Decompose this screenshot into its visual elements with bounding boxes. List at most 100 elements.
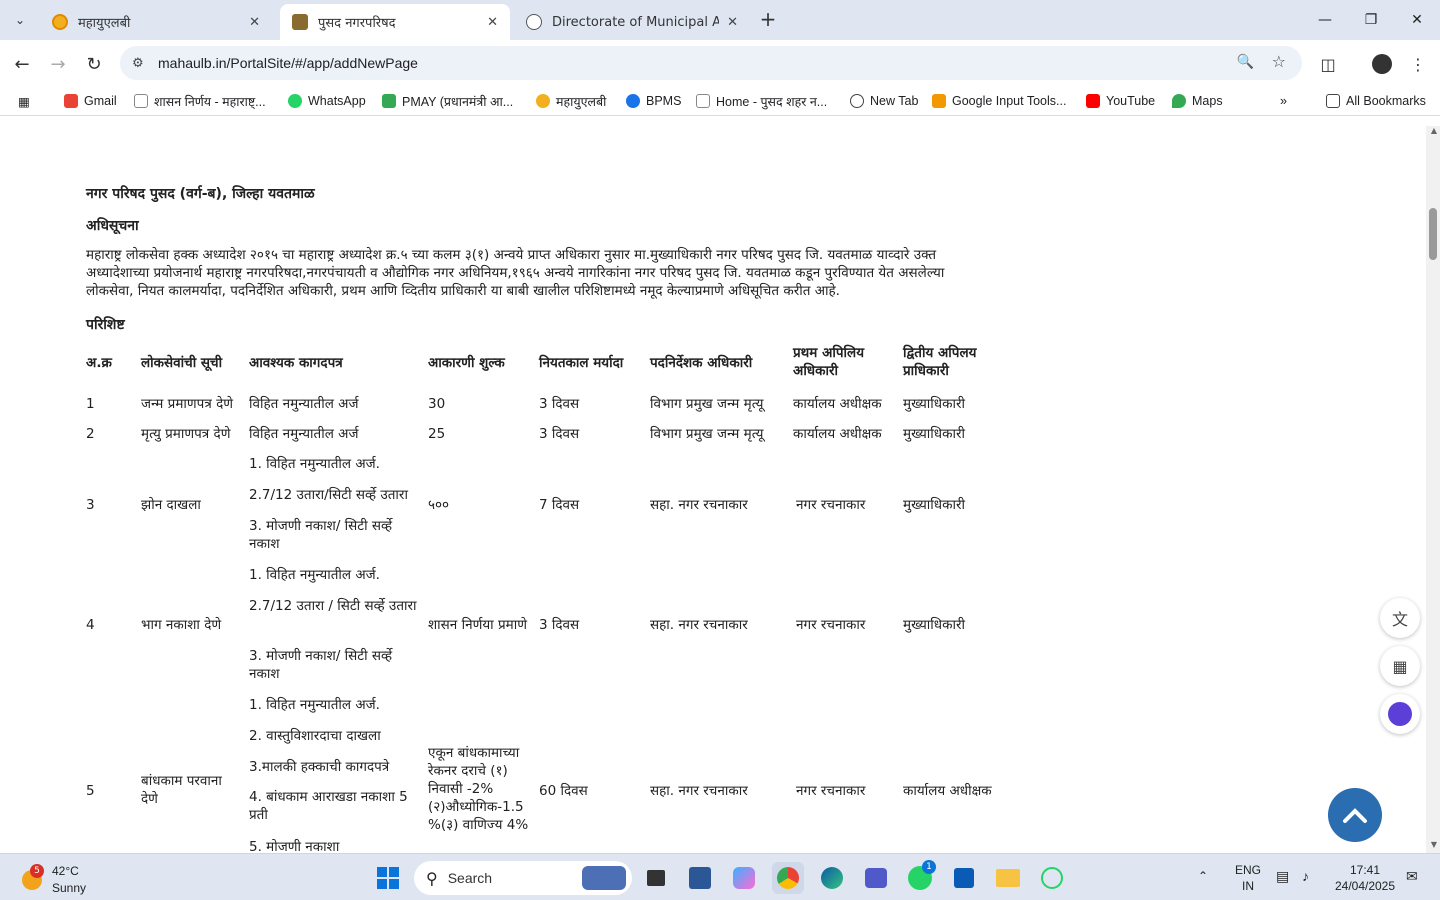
bookmark-home-pusad[interactable]: Home - पुसद शहर न...: [696, 92, 827, 110]
word-icon[interactable]: [684, 862, 716, 894]
weather-temp: 42°C: [52, 864, 79, 878]
cell-officer: सहा. नगर रचनाकार: [650, 783, 748, 799]
bookmark-google-input-tools[interactable]: Google Input Tools...: [932, 92, 1066, 110]
show-hidden-icons-chevron-icon[interactable]: ⌃: [1198, 868, 1208, 884]
bookmark-whatsapp[interactable]: WhatsApp: [288, 92, 366, 110]
back-arrow-icon[interactable]: ←: [8, 50, 36, 78]
cell-document: 2. वास्तुविशारदाचा दाखला: [249, 728, 381, 744]
network-icon[interactable]: ▤: [1276, 868, 1289, 884]
windows-taskbar: 5 42°C Sunny ⚲ Search 1 ⌃ ENG IN ▤ ♪ 17:…: [0, 853, 1440, 900]
cell-fee: 30: [428, 396, 446, 412]
bookmark-gmail[interactable]: Gmail: [64, 92, 117, 110]
bookmark-mahaulb[interactable]: महायुएलबी: [536, 92, 606, 110]
mahaulb-favicon-icon: [52, 14, 68, 30]
close-tab-icon[interactable]: ✕: [487, 15, 498, 30]
forward-arrow-icon[interactable]: →: [44, 50, 72, 78]
youtube-icon: [1086, 94, 1100, 108]
task-view-icon[interactable]: [640, 862, 672, 894]
header-designated-officer: पदनिर्देशक अधिकारी: [650, 355, 753, 371]
edge-icon[interactable]: [816, 862, 848, 894]
cell-fee: शासन निर्णया प्रमाणे: [428, 617, 527, 633]
reload-icon[interactable]: ↻: [80, 50, 108, 78]
scroll-down-arrow-icon[interactable]: ▼: [1431, 840, 1437, 849]
appendix-heading: परिशिष्ट: [86, 317, 125, 333]
translate-icon[interactable]: 文: [1380, 598, 1420, 638]
region-code: IN: [1242, 879, 1254, 893]
language-indicator[interactable]: ENG IN: [1230, 862, 1266, 894]
apps-grid-icon[interactable]: ▦: [18, 92, 30, 110]
close-tab-icon[interactable]: ✕: [249, 15, 260, 30]
cell-document: 3. मोजणी नकाश/ सिटी सर्व्हे नकाश: [249, 648, 393, 682]
file-explorer-icon[interactable]: [992, 862, 1024, 894]
clock-date: 24/04/2025: [1334, 879, 1396, 893]
cell-service: भाग नकाशा देणे: [141, 617, 222, 633]
profile-avatar[interactable]: [1370, 52, 1394, 76]
tab-pusad-nagarparishad[interactable]: पुसद नगरपरिषद ✕: [280, 4, 510, 40]
cell-fee: 25: [428, 426, 446, 442]
close-window-icon[interactable]: ✕: [1402, 6, 1432, 34]
weather-widget[interactable]: 5 42°C Sunny: [18, 860, 158, 896]
browser-toolbar: ← → ↻ ⚙ mahaulb.in/PortalSite/#/app/addN…: [0, 40, 1440, 86]
mahaulb-icon: [536, 94, 550, 108]
tab-directorate[interactable]: Directorate of Municipal Administ… ✕: [514, 4, 750, 40]
cell-second-appellate: मुख्याधिकारी: [903, 396, 965, 412]
taskbar-search[interactable]: ⚲ Search: [414, 861, 632, 895]
cell-service: जन्म प्रमाणपत्र देणे: [141, 396, 234, 412]
scrollbar-thumb[interactable]: [1429, 208, 1437, 260]
tab-title: Directorate of Municipal Administ…: [552, 14, 720, 30]
apps-widget-icon[interactable]: ▦: [1380, 646, 1420, 686]
new-tab-plus-icon[interactable]: +: [756, 8, 780, 32]
assistant-bot-icon[interactable]: [1380, 694, 1420, 734]
cell-second-appellate: मुख्याधिकारी: [903, 617, 965, 633]
extensions-puzzle-icon[interactable]: ◫: [1316, 52, 1340, 76]
bookmark-star-icon[interactable]: ☆: [1272, 52, 1286, 71]
url-text[interactable]: mahaulb.in/PortalSite/#/app/addNewPage: [158, 55, 418, 71]
close-tab-icon[interactable]: ✕: [727, 15, 738, 30]
tab-strip: ⌄ महायुएलबी ✕ पुसद नगरपरिषद ✕ Directorat…: [0, 0, 1440, 40]
bookmark-pmay[interactable]: PMAY (प्रधानमंत्री आ...: [382, 92, 513, 110]
document-icon: [134, 94, 148, 108]
whatsapp-taskbar-icon[interactable]: 1: [904, 860, 936, 894]
page-viewport: नगर परिषद पुसद (वर्ग-ब), जिल्हा यवतमाळ अ…: [0, 116, 1440, 853]
store-icon[interactable]: [948, 862, 980, 894]
clock[interactable]: 17:41 24/04/2025: [1330, 862, 1400, 894]
tab-search-chevron-icon[interactable]: ⌄: [8, 8, 32, 32]
bookmark-maps[interactable]: Maps: [1172, 92, 1223, 110]
cell-document: विहित नमुन्यातील अर्ज: [249, 426, 359, 442]
bookmark-bpms[interactable]: BPMS: [626, 92, 681, 110]
teams-icon[interactable]: [860, 862, 892, 894]
scroll-up-arrow-icon[interactable]: ▲: [1431, 126, 1437, 135]
more-bookmarks-chevron-icon[interactable]: »: [1280, 92, 1287, 110]
cell-officer: सहा. नगर रचनाकार: [650, 497, 748, 513]
site-settings-icon[interactable]: ⚙: [132, 56, 148, 71]
tab-mahaulb[interactable]: महायुएलबी ✕: [40, 4, 272, 40]
copilot-icon[interactable]: [728, 862, 760, 894]
whatsapp-business-icon[interactable]: [1036, 862, 1068, 894]
bookmark-new-tab[interactable]: New Tab: [850, 92, 918, 110]
bookmark-youtube[interactable]: YouTube: [1086, 92, 1155, 110]
kebab-menu-icon[interactable]: ⋮: [1406, 52, 1430, 76]
minimize-icon[interactable]: —: [1310, 6, 1340, 34]
search-icon: ⚲: [426, 868, 438, 888]
chrome-icon[interactable]: [772, 862, 804, 894]
notice-heading: अधिसूचना: [86, 218, 139, 234]
tab-title: महायुएलबी: [78, 16, 131, 31]
restore-icon[interactable]: ❐: [1356, 6, 1386, 34]
whatsapp-icon: [288, 94, 302, 108]
scroll-to-top-button[interactable]: [1328, 788, 1382, 842]
cell-serial: 5: [86, 783, 95, 799]
cell-document: 1. विहित नमुन्यातील अर्ज.: [249, 567, 380, 583]
clock-time: 17:41: [1349, 863, 1381, 877]
volume-muted-icon[interactable]: ♪: [1302, 868, 1309, 884]
windows-start-icon[interactable]: [372, 862, 404, 894]
input-tools-icon: [932, 94, 946, 108]
notification-bell-icon[interactable]: ✉: [1406, 868, 1418, 884]
cell-service: झोन दाखला: [141, 497, 201, 513]
address-bar[interactable]: ⚙ mahaulb.in/PortalSite/#/app/addNewPage…: [120, 46, 1302, 80]
zoom-magnifier-icon[interactable]: 🔍: [1237, 54, 1254, 70]
maps-pin-icon: [1172, 94, 1186, 108]
cell-second-appellate: मुख्याधिकारी: [903, 497, 965, 513]
chevron-up-icon: [1343, 808, 1367, 823]
all-bookmarks[interactable]: All Bookmarks: [1326, 92, 1426, 110]
bookmark-shasan-nirnay[interactable]: शासन निर्णय - महाराष्ट्...: [134, 92, 266, 110]
